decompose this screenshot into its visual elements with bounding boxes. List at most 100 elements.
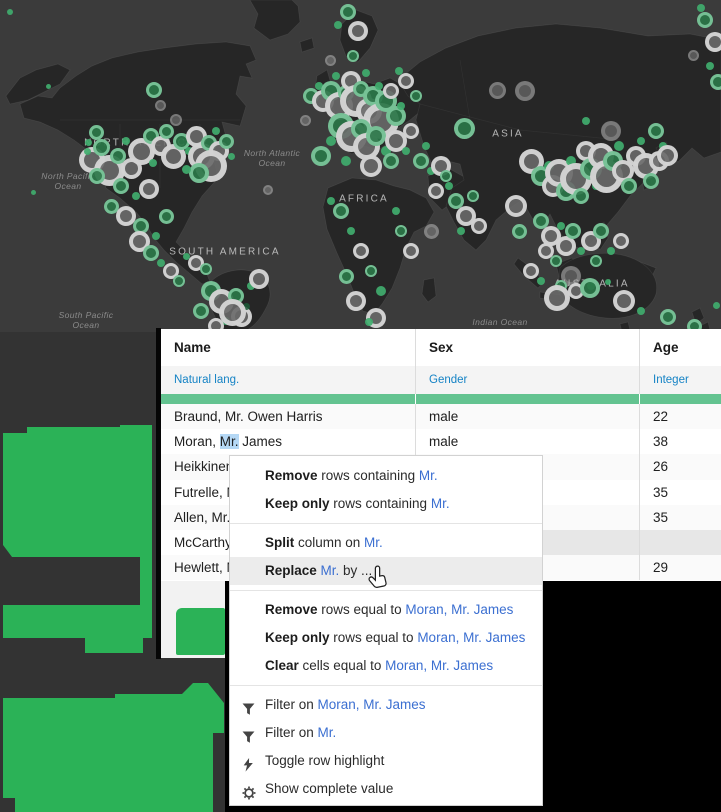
cell-sex[interactable]: male <box>415 404 639 430</box>
menu-item-keep-containing[interactable]: Keep only rows containing Mr. <box>230 490 542 518</box>
cell-age[interactable]: 35 <box>639 504 721 530</box>
map-bubble <box>365 265 377 277</box>
map-bubble <box>158 208 174 224</box>
menu-item-remove-equal[interactable]: Remove rows equal to Moran, Mr. James <box>230 596 542 624</box>
map-bubble <box>212 127 220 135</box>
map-bubble <box>402 147 410 155</box>
map-bubble <box>422 142 430 150</box>
hand-cursor-icon <box>367 565 389 591</box>
map-bubble <box>582 117 590 125</box>
map-bubble <box>392 207 400 215</box>
map-bubble <box>605 279 611 285</box>
table-row-selected: Moran, Mr. James male 38 <box>161 429 721 455</box>
map-bubble <box>467 190 479 202</box>
menu-item-clear-equal[interactable]: Clear cells equal to Moran, Mr. James <box>230 652 542 680</box>
map-bubble <box>712 301 720 309</box>
map-bubble <box>457 227 465 235</box>
menu-item-filter-on-token[interactable]: Filter on Mr. <box>230 719 542 747</box>
cell-name[interactable]: Braund, Mr. Owen Harris <box>161 404 415 430</box>
map-bubble <box>334 21 342 29</box>
table-row: Braund, Mr. Owen Harris male 22 <box>161 404 721 430</box>
map-bubble <box>590 255 602 267</box>
map-bubble <box>706 62 714 70</box>
map-bubble <box>249 269 269 289</box>
map-bubble <box>445 182 453 190</box>
map-bubble <box>660 309 676 325</box>
map-bubble <box>200 263 212 275</box>
map-bubble <box>383 153 399 169</box>
menu-item-split-column[interactable]: Split column on Mr. <box>230 529 542 557</box>
map-bubble <box>607 247 615 255</box>
map-bubble <box>353 243 369 259</box>
map-bubble <box>347 50 359 62</box>
map-bubble <box>573 188 589 204</box>
map-bubble <box>92 138 110 156</box>
map-bubble <box>189 163 209 183</box>
map-bubble <box>149 159 157 167</box>
map-bubble-layer <box>0 0 721 332</box>
map-bubble <box>550 255 562 267</box>
meaning-name[interactable]: Natural lang. <box>161 366 415 394</box>
menu-item-remove-containing[interactable]: Remove rows containing Mr. <box>230 462 542 490</box>
map-bubble <box>440 170 452 182</box>
map-bubble <box>565 223 581 239</box>
meaning-age[interactable]: Integer <box>639 366 721 394</box>
map-bubble <box>643 173 659 189</box>
map-bubble <box>218 298 246 326</box>
cell-name[interactable]: Moran, Mr. James <box>161 429 415 454</box>
menu-item-show-complete-value[interactable]: Show complete value <box>230 775 542 803</box>
map-bubble <box>697 4 705 12</box>
map-bubble <box>348 21 368 41</box>
map-bubble <box>326 136 336 146</box>
selected-token[interactable]: Mr. <box>219 434 239 450</box>
map-bubble <box>376 286 386 296</box>
map-bubble <box>263 185 273 195</box>
cell-age[interactable]: 26 <box>639 454 721 480</box>
map-bubble <box>471 218 487 234</box>
map-bubble <box>556 236 576 256</box>
validity-bar-row <box>161 394 721 404</box>
map-bubble <box>30 189 36 195</box>
map-bubble <box>218 133 234 149</box>
cell-age[interactable]: 38 <box>639 429 721 455</box>
map-bubble <box>523 263 539 279</box>
map-bubble <box>327 197 335 205</box>
menu-item-filter-on-value[interactable]: Filter on Moran, Mr. James <box>230 691 542 719</box>
map-bubble <box>428 183 444 199</box>
map-bubble <box>333 203 349 219</box>
map-bubble <box>557 222 565 230</box>
map-bubble <box>338 268 354 284</box>
validity-bar-sex <box>415 394 639 404</box>
map-bubble <box>311 146 331 166</box>
cell-age-missing[interactable] <box>639 529 721 556</box>
menu-item-keep-equal[interactable]: Keep only rows equal to Moran, Mr. James <box>230 624 542 652</box>
lightning-bolt-icon <box>242 754 256 772</box>
cell-age[interactable]: 35 <box>639 479 721 505</box>
column-meaning-row: Natural lang. Gender Integer <box>161 366 721 394</box>
menu-item-toggle-row-highlight[interactable]: Toggle row highlight <box>230 747 542 775</box>
map-bubble <box>383 83 399 99</box>
map-bubble <box>89 168 105 184</box>
gear-icon <box>242 782 256 800</box>
map-bubble <box>360 155 382 177</box>
map-bubble <box>505 195 527 217</box>
meaning-sex[interactable]: Gender <box>415 366 639 394</box>
validity-bar-name <box>161 394 415 404</box>
map-bubble <box>648 123 664 139</box>
map-bubble <box>537 277 545 285</box>
column-header-name[interactable]: Name <box>161 329 415 366</box>
filter-funnel-icon <box>242 698 256 715</box>
cell-age[interactable]: 22 <box>639 404 721 430</box>
column-header-age[interactable]: Age <box>639 329 721 366</box>
map-bubble <box>341 156 351 166</box>
map-bubble <box>423 223 439 239</box>
cell-age[interactable]: 29 <box>639 555 721 581</box>
map-bubble <box>132 192 140 200</box>
cell-sex[interactable]: male <box>415 429 639 455</box>
table-header-row: Name Sex Age <box>161 329 721 366</box>
world-map[interactable]: NORTH AMERICA SOUTH AMERICA AFRICA ASIA … <box>0 0 721 332</box>
map-bubble <box>152 232 160 240</box>
map-bubble <box>84 138 92 146</box>
map-bubble <box>403 243 419 259</box>
column-header-sex[interactable]: Sex <box>415 329 639 366</box>
